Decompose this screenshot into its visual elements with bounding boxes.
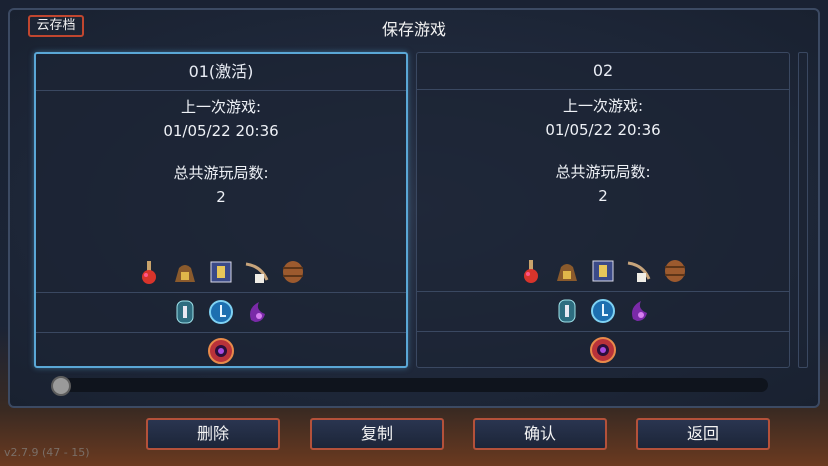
version-label: v2.7.9 (47 - 15) xyxy=(4,446,90,459)
purple-flame-icon xyxy=(250,302,265,322)
items-row xyxy=(36,258,406,286)
curse-row xyxy=(417,336,789,364)
slot-title: 02 xyxy=(417,53,789,90)
money-bag-icon xyxy=(175,265,195,282)
purple-flame-icon xyxy=(632,301,647,321)
blue-orb-icon xyxy=(209,300,233,324)
last-played-label: 上一次游戏: xyxy=(180,98,262,116)
scrollbar-thumb[interactable] xyxy=(51,376,71,396)
save-slot-1[interactable]: 01(激活) 上一次游戏: 01/05/22 20:36 总共游玩局数: 2 xyxy=(34,52,408,368)
last-played-value: 01/05/22 20:36 xyxy=(545,121,661,139)
barrel-icon xyxy=(665,260,685,282)
slot-title: 01(激活) xyxy=(36,54,406,91)
curse-row xyxy=(36,337,406,365)
last-played-value: 01/05/22 20:36 xyxy=(163,122,279,140)
runs-value: 2 xyxy=(598,187,608,205)
save-slot-3-partial[interactable] xyxy=(798,52,808,368)
eye-shield-icon xyxy=(208,338,234,364)
bow-dice-icon xyxy=(627,261,651,282)
book-icon xyxy=(210,261,232,283)
runs-value: 2 xyxy=(216,188,226,206)
relics-row xyxy=(36,298,406,326)
horizontal-scrollbar[interactable] xyxy=(52,378,768,392)
rune-stone-icon xyxy=(176,300,194,324)
runs-label: 总共游玩局数: xyxy=(173,164,269,182)
runs-label: 总共游玩局数: xyxy=(555,163,651,181)
rune-stone-icon xyxy=(558,299,576,323)
potion-icon xyxy=(524,260,538,283)
bow-dice-icon xyxy=(245,262,269,283)
book-icon xyxy=(592,260,614,282)
save-slot-2[interactable]: 02 上一次游戏: 01/05/22 20:36 总共游玩局数: 2 xyxy=(416,52,790,368)
eye-shield-icon xyxy=(590,337,616,363)
items-row xyxy=(417,257,789,285)
confirm-button[interactable]: 确认 xyxy=(473,418,607,450)
back-button[interactable]: 返回 xyxy=(636,418,770,450)
potion-icon xyxy=(142,261,156,284)
page-title: 保存游戏 xyxy=(381,20,446,39)
blue-orb-icon xyxy=(591,299,615,323)
delete-button[interactable]: 删除 xyxy=(146,418,280,450)
copy-button[interactable]: 复制 xyxy=(310,418,444,450)
barrel-icon xyxy=(283,261,303,283)
money-bag-icon xyxy=(557,264,577,281)
relics-row xyxy=(417,297,789,325)
last-played-label: 上一次游戏: xyxy=(562,97,644,115)
